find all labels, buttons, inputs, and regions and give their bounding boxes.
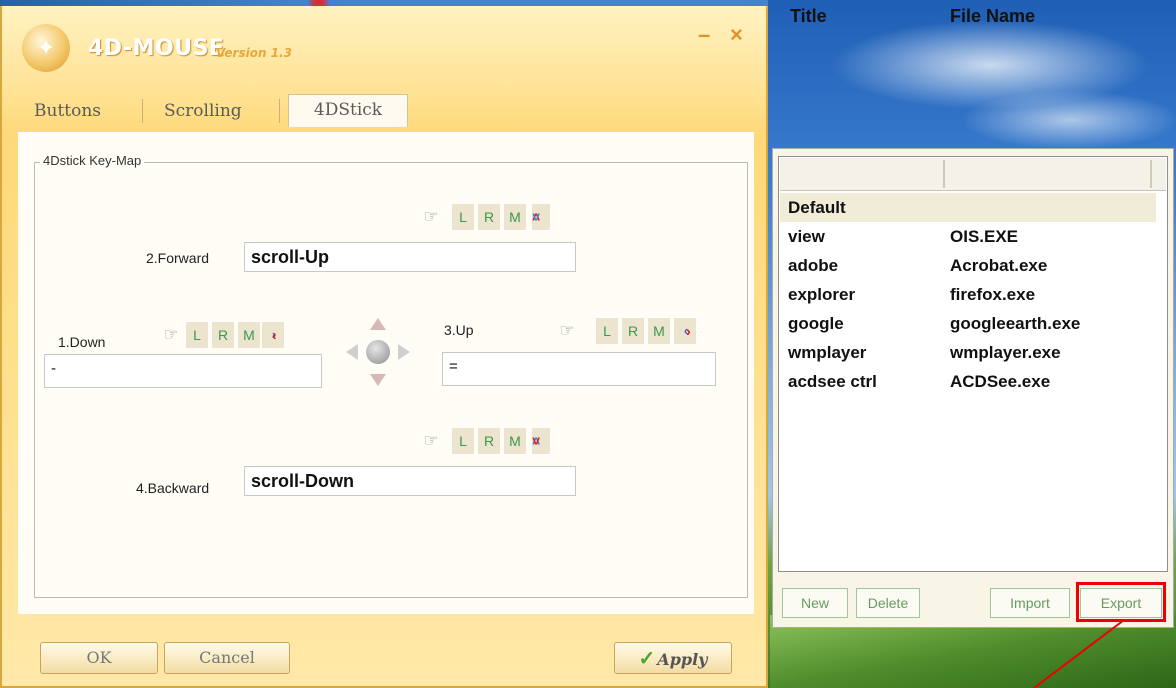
annotation-arrow: [1033, 619, 1125, 688]
annotation-arrow-line: [1033, 619, 1125, 688]
